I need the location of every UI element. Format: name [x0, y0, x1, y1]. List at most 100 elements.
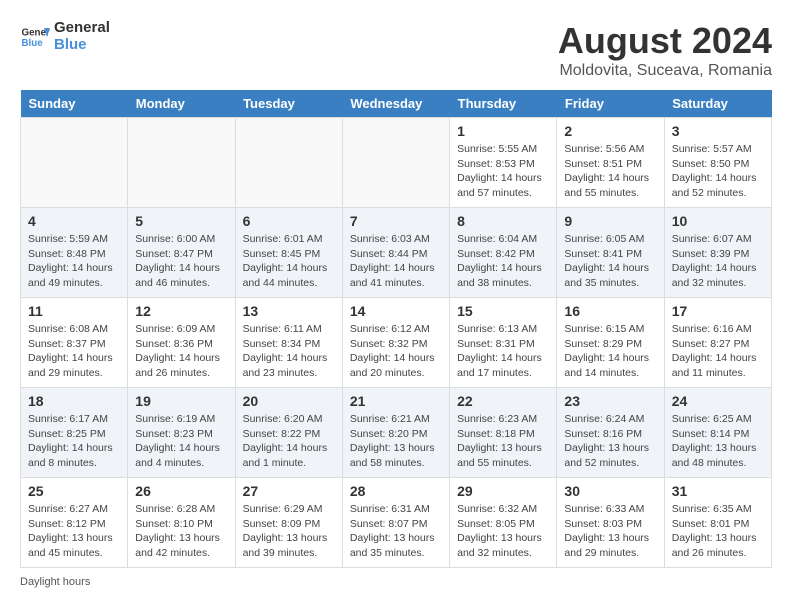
day-number: 24	[672, 393, 764, 409]
calendar-row: 25 Sunrise: 6:27 AM Sunset: 8:12 PM Dayli…	[21, 478, 772, 568]
page-header: General Blue General Blue August 2024 Mo…	[20, 20, 772, 80]
day-number: 13	[243, 303, 335, 319]
day-info: Sunrise: 6:09 AM Sunset: 8:36 PM Dayligh…	[135, 322, 227, 381]
col-wednesday: Wednesday	[342, 90, 449, 118]
table-row: 3 Sunrise: 5:57 AM Sunset: 8:50 PM Daylig…	[664, 118, 771, 208]
day-info: Sunrise: 6:16 AM Sunset: 8:27 PM Dayligh…	[672, 322, 764, 381]
day-number: 8	[457, 213, 549, 229]
table-row	[235, 118, 342, 208]
table-row: 27Sunrise: 6:29 AM Sunset: 8:09 PM Dayli…	[235, 478, 342, 568]
table-row: 18Sunrise: 6:17 AM Sunset: 8:25 PM Dayli…	[21, 388, 128, 478]
day-info: Sunrise: 6:03 AM Sunset: 8:44 PM Dayligh…	[350, 232, 442, 291]
table-row: 23Sunrise: 6:24 AM Sunset: 8:16 PM Dayli…	[557, 388, 664, 478]
table-row: 1Sunrise: 5:55 AM Sunset: 8:53 PM Daylig…	[450, 118, 557, 208]
day-info: Sunrise: 5:59 AM Sunset: 8:48 PM Dayligh…	[28, 232, 120, 291]
day-number: 17	[672, 303, 764, 319]
table-row: 29 Sunrise: 6:32 AM Sunset: 8:05 PM Dayli…	[450, 478, 557, 568]
logo-general-text: General	[54, 20, 110, 37]
day-info: Sunrise: 6:17 AM Sunset: 8:25 PM Dayligh…	[28, 412, 120, 471]
table-row: 9 Sunrise: 6:05 AM Sunset: 8:41 PM Daylig…	[557, 208, 664, 298]
footer-note: Daylight hours	[20, 576, 772, 588]
table-row: 5 Sunrise: 6:00 AM Sunset: 8:47 PM Daylig…	[128, 208, 235, 298]
table-row: 17 Sunrise: 6:16 AM Sunset: 8:27 PM Dayli…	[664, 298, 771, 388]
col-tuesday: Tuesday	[235, 90, 342, 118]
day-info: Sunrise: 5:56 AM Sunset: 8:51 PM Dayligh…	[564, 142, 656, 201]
table-row	[342, 118, 449, 208]
table-row: 13 Sunrise: 6:11 AM Sunset: 8:34 PM Dayli…	[235, 298, 342, 388]
svg-text:Blue: Blue	[22, 38, 44, 49]
table-row: 22Sunrise: 6:23 AM Sunset: 8:18 PM Dayli…	[450, 388, 557, 478]
table-row: 21 Sunrise: 6:21 AM Sunset: 8:20 PM Dayli…	[342, 388, 449, 478]
calendar-row: 4 Sunrise: 5:59 AM Sunset: 8:48 PM Daylig…	[21, 208, 772, 298]
day-info: Sunrise: 6:20 AM Sunset: 8:22 PM Dayligh…	[243, 412, 335, 471]
logo-blue-text: Blue	[54, 37, 110, 54]
day-info: Sunrise: 6:13 AM Sunset: 8:31 PM Dayligh…	[457, 322, 549, 381]
day-number: 14	[350, 303, 442, 319]
day-number: 5	[135, 213, 227, 229]
table-row: 6Sunrise: 6:01 AM Sunset: 8:45 PM Daylig…	[235, 208, 342, 298]
calendar-row: 11Sunrise: 6:08 AM Sunset: 8:37 PM Dayli…	[21, 298, 772, 388]
day-number: 30	[564, 483, 656, 499]
day-info: Sunrise: 6:32 AM Sunset: 8:05 PM Dayligh…	[457, 502, 549, 561]
day-info: Sunrise: 6:27 AM Sunset: 8:12 PM Dayligh…	[28, 502, 120, 561]
col-monday: Monday	[128, 90, 235, 118]
table-row: 4 Sunrise: 5:59 AM Sunset: 8:48 PM Daylig…	[21, 208, 128, 298]
day-info: Sunrise: 6:15 AM Sunset: 8:29 PM Dayligh…	[564, 322, 656, 381]
table-row: 24 Sunrise: 6:25 AM Sunset: 8:14 PM Dayli…	[664, 388, 771, 478]
table-row: 11Sunrise: 6:08 AM Sunset: 8:37 PM Dayli…	[21, 298, 128, 388]
table-row: 14Sunrise: 6:12 AM Sunset: 8:32 PM Dayli…	[342, 298, 449, 388]
day-number: 31	[672, 483, 764, 499]
table-row: 16 Sunrise: 6:15 AM Sunset: 8:29 PM Dayli…	[557, 298, 664, 388]
day-number: 19	[135, 393, 227, 409]
day-info: Sunrise: 6:33 AM Sunset: 8:03 PM Dayligh…	[564, 502, 656, 561]
day-number: 9	[564, 213, 656, 229]
day-info: Sunrise: 6:08 AM Sunset: 8:37 PM Dayligh…	[28, 322, 120, 381]
day-number: 26	[135, 483, 227, 499]
day-info: Sunrise: 5:55 AM Sunset: 8:53 PM Dayligh…	[457, 142, 549, 201]
col-saturday: Saturday	[664, 90, 771, 118]
calendar-row: 18Sunrise: 6:17 AM Sunset: 8:25 PM Dayli…	[21, 388, 772, 478]
day-info: Sunrise: 6:21 AM Sunset: 8:20 PM Dayligh…	[350, 412, 442, 471]
col-friday: Friday	[557, 90, 664, 118]
table-row: 31Sunrise: 6:35 AM Sunset: 8:01 PM Dayli…	[664, 478, 771, 568]
day-number: 25	[28, 483, 120, 499]
day-info: Sunrise: 6:23 AM Sunset: 8:18 PM Dayligh…	[457, 412, 549, 471]
day-number: 6	[243, 213, 335, 229]
day-number: 7	[350, 213, 442, 229]
day-number: 3	[672, 123, 764, 139]
table-row: 28 Sunrise: 6:31 AM Sunset: 8:07 PM Dayli…	[342, 478, 449, 568]
day-number: 10	[672, 213, 764, 229]
day-info: Sunrise: 6:25 AM Sunset: 8:14 PM Dayligh…	[672, 412, 764, 471]
day-number: 23	[564, 393, 656, 409]
calendar-row: 1Sunrise: 5:55 AM Sunset: 8:53 PM Daylig…	[21, 118, 772, 208]
table-row: 20Sunrise: 6:20 AM Sunset: 8:22 PM Dayli…	[235, 388, 342, 478]
day-info: Sunrise: 6:11 AM Sunset: 8:34 PM Dayligh…	[243, 322, 335, 381]
day-info: Sunrise: 6:19 AM Sunset: 8:23 PM Dayligh…	[135, 412, 227, 471]
day-info: Sunrise: 6:05 AM Sunset: 8:41 PM Dayligh…	[564, 232, 656, 291]
day-info: Sunrise: 6:29 AM Sunset: 8:09 PM Dayligh…	[243, 502, 335, 561]
day-info: Sunrise: 6:00 AM Sunset: 8:47 PM Dayligh…	[135, 232, 227, 291]
day-number: 12	[135, 303, 227, 319]
day-number: 2	[564, 123, 656, 139]
table-row: 25 Sunrise: 6:27 AM Sunset: 8:12 PM Dayli…	[21, 478, 128, 568]
day-number: 21	[350, 393, 442, 409]
table-row: 19 Sunrise: 6:19 AM Sunset: 8:23 PM Dayli…	[128, 388, 235, 478]
table-row: 30 Sunrise: 6:33 AM Sunset: 8:03 PM Dayli…	[557, 478, 664, 568]
table-row: 10Sunrise: 6:07 AM Sunset: 8:39 PM Dayli…	[664, 208, 771, 298]
table-row: 2 Sunrise: 5:56 AM Sunset: 8:51 PM Daylig…	[557, 118, 664, 208]
day-info: Sunrise: 6:31 AM Sunset: 8:07 PM Dayligh…	[350, 502, 442, 561]
table-row: 7 Sunrise: 6:03 AM Sunset: 8:44 PM Daylig…	[342, 208, 449, 298]
table-row: 8Sunrise: 6:04 AM Sunset: 8:42 PM Daylig…	[450, 208, 557, 298]
day-info: Sunrise: 5:57 AM Sunset: 8:50 PM Dayligh…	[672, 142, 764, 201]
month-title: August 2024	[558, 20, 772, 62]
col-sunday: Sunday	[21, 90, 128, 118]
col-thursday: Thursday	[450, 90, 557, 118]
day-info: Sunrise: 6:28 AM Sunset: 8:10 PM Dayligh…	[135, 502, 227, 561]
table-row: 15Sunrise: 6:13 AM Sunset: 8:31 PM Dayli…	[450, 298, 557, 388]
day-number: 28	[350, 483, 442, 499]
table-row: 12 Sunrise: 6:09 AM Sunset: 8:36 PM Dayli…	[128, 298, 235, 388]
day-number: 4	[28, 213, 120, 229]
day-number: 29	[457, 483, 549, 499]
calendar-table: Sunday Monday Tuesday Wednesday Thursday…	[20, 90, 772, 568]
day-number: 16	[564, 303, 656, 319]
